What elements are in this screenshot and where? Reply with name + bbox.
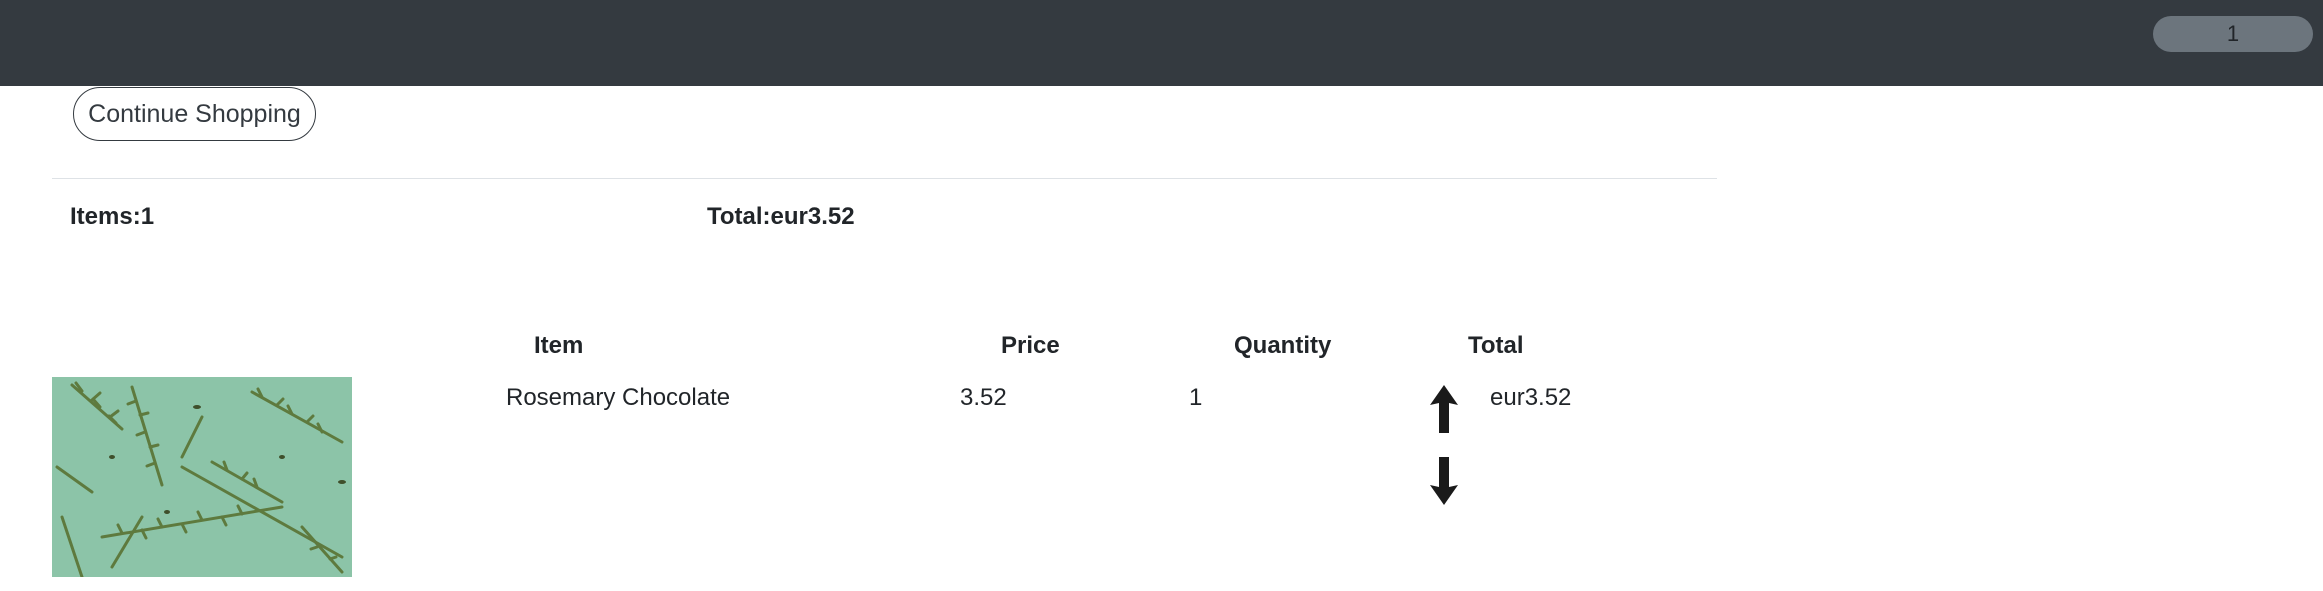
decrease-quantity-arrow-down-icon[interactable]	[1426, 455, 1462, 507]
cart-count-badge[interactable]: 1	[2153, 16, 2313, 52]
column-header-price: Price	[1001, 332, 1060, 359]
items-summary-label: Items:	[70, 203, 141, 230]
items-summary-value: 1	[140, 203, 155, 230]
total-summary-label: Total:	[707, 203, 771, 230]
items-summary: Items:1	[70, 202, 154, 232]
top-navbar: 1	[0, 0, 2323, 86]
item-total: eur3.52	[1490, 384, 1572, 411]
divider	[52, 178, 1717, 179]
item-price: 3.52	[960, 384, 1007, 411]
column-header-total: Total	[1468, 332, 1524, 359]
increase-quantity-arrow-up-icon[interactable]	[1426, 383, 1462, 435]
product-image	[52, 377, 352, 577]
column-header-item: Item	[534, 332, 584, 359]
column-header-quantity: Quantity	[1234, 332, 1332, 359]
total-summary-value: eur3.52	[770, 203, 855, 230]
continue-shopping-button[interactable]: Continue Shopping	[73, 87, 316, 141]
item-name: Rosemary Chocolate	[506, 384, 731, 411]
total-summary: Total:eur3.52	[707, 202, 855, 232]
item-quantity: 1	[1189, 384, 1203, 411]
